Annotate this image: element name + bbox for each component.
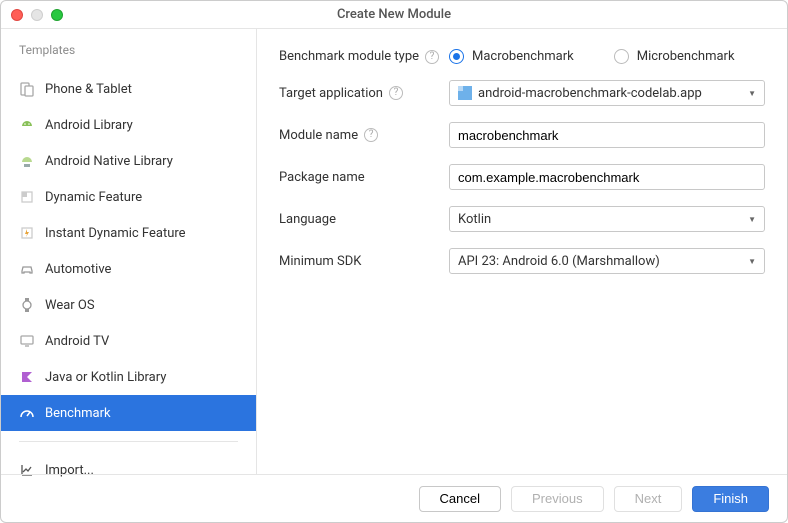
native-library-icon <box>19 153 35 169</box>
android-icon <box>19 117 35 133</box>
package-name-input[interactable] <box>449 164 765 190</box>
module-name-input[interactable] <box>449 122 765 148</box>
benchmark-type-label: Benchmark module type <box>279 49 419 64</box>
phone-tablet-icon <box>19 81 35 97</box>
sidebar-item-label: Java or Kotlin Library <box>45 370 166 385</box>
help-icon[interactable]: ? <box>425 50 439 64</box>
finish-button[interactable]: Finish <box>692 486 769 512</box>
sidebar-item-instant-dynamic-feature[interactable]: Instant Dynamic Feature <box>1 215 256 251</box>
title-bar: Create New Module <box>1 1 787 29</box>
close-window-icon[interactable] <box>11 9 23 21</box>
language-value: Kotlin <box>458 212 491 227</box>
chevron-down-icon: ▼ <box>748 257 756 266</box>
chevron-down-icon: ▼ <box>748 215 756 224</box>
sidebar-item-phone-tablet[interactable]: Phone & Tablet <box>1 71 256 107</box>
dynamic-feature-icon <box>19 189 35 205</box>
minimize-window-icon[interactable] <box>31 9 43 21</box>
sidebar-item-wear-os[interactable]: Wear OS <box>1 287 256 323</box>
footer-buttons: Cancel Previous Next Finish <box>1 474 787 522</box>
sidebar-item-label: Dynamic Feature <box>45 190 142 205</box>
benchmark-icon <box>19 405 35 421</box>
chevron-down-icon: ▼ <box>748 89 756 98</box>
module-name-label: Module name <box>279 128 358 143</box>
sidebar-item-automotive[interactable]: Automotive <box>1 251 256 287</box>
sidebar-item-native-library[interactable]: Android Native Library <box>1 143 256 179</box>
minimum-sdk-label: Minimum SDK <box>279 254 361 269</box>
sidebar-item-label: Instant Dynamic Feature <box>45 226 186 241</box>
sidebar-item-label: Android Library <box>45 118 133 133</box>
radio-microbenchmark[interactable]: Microbenchmark <box>614 49 735 64</box>
sidebar-item-label: Phone & Tablet <box>45 82 132 97</box>
sidebar-item-benchmark[interactable]: Benchmark <box>1 395 256 431</box>
window-title: Create New Module <box>1 7 787 22</box>
help-icon[interactable]: ? <box>364 128 378 142</box>
tv-icon <box>19 333 35 349</box>
language-select[interactable]: Kotlin ▼ <box>449 206 765 232</box>
sidebar-item-java-kotlin-library[interactable]: Java or Kotlin Library <box>1 359 256 395</box>
radio-label: Macrobenchmark <box>472 49 574 64</box>
target-application-select[interactable]: android-macrobenchmark-codelab.app ▼ <box>449 80 765 106</box>
previous-button: Previous <box>511 486 604 512</box>
maximize-window-icon[interactable] <box>51 9 63 21</box>
sidebar-item-android-library[interactable]: Android Library <box>1 107 256 143</box>
sidebar-item-label: Android TV <box>45 334 109 349</box>
sidebar-item-label: Automotive <box>45 262 111 277</box>
package-name-label: Package name <box>279 170 365 185</box>
radio-unchecked-icon <box>614 49 629 64</box>
radio-macrobenchmark[interactable]: Macrobenchmark <box>449 49 574 64</box>
kotlin-icon <box>19 369 35 385</box>
automotive-icon <box>19 261 35 277</box>
sidebar-item-label: Android Native Library <box>45 154 173 169</box>
sidebar-header: Templates <box>1 43 256 71</box>
sidebar-divider <box>19 441 238 442</box>
module-icon <box>458 86 472 100</box>
minimum-sdk-value: API 23: Android 6.0 (Marshmallow) <box>458 254 660 269</box>
minimum-sdk-select[interactable]: API 23: Android 6.0 (Marshmallow) ▼ <box>449 248 765 274</box>
next-button: Next <box>614 486 683 512</box>
cancel-button[interactable]: Cancel <box>419 486 501 512</box>
radio-label: Microbenchmark <box>637 49 735 64</box>
target-application-label: Target application <box>279 86 383 101</box>
templates-sidebar: Templates Phone & Tablet Android Library… <box>1 29 257 474</box>
sidebar-item-label: Wear OS <box>45 298 95 313</box>
form-panel: Benchmark module type ? Macrobenchmark M… <box>257 29 787 474</box>
watch-icon <box>19 297 35 313</box>
sidebar-item-dynamic-feature[interactable]: Dynamic Feature <box>1 179 256 215</box>
sidebar-item-android-tv[interactable]: Android TV <box>1 323 256 359</box>
language-label: Language <box>279 212 336 227</box>
sidebar-item-label: Benchmark <box>45 406 111 421</box>
target-application-value: android-macrobenchmark-codelab.app <box>478 86 702 101</box>
instant-dynamic-feature-icon <box>19 225 35 241</box>
radio-checked-icon <box>449 49 464 64</box>
help-icon[interactable]: ? <box>389 86 403 100</box>
